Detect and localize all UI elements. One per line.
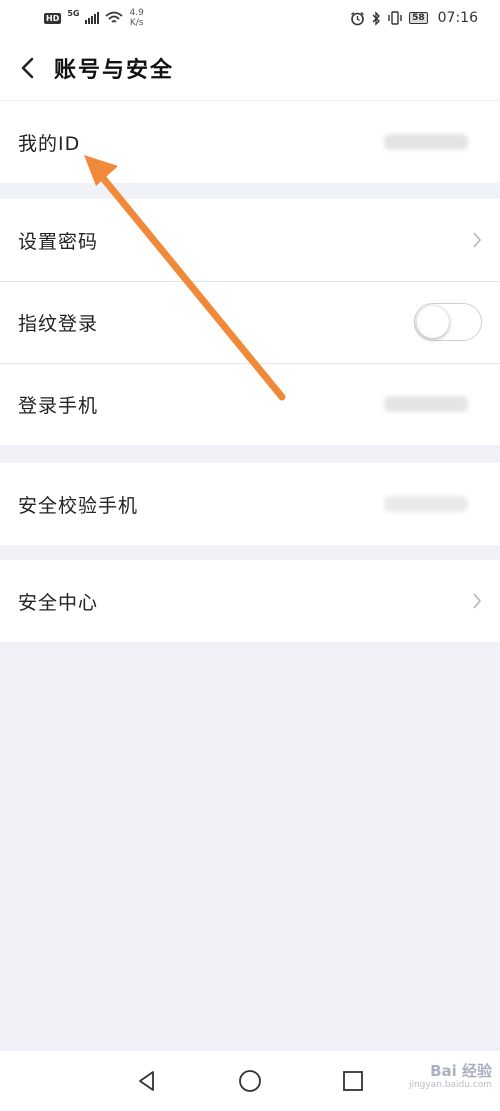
alarm-icon [351,11,365,25]
group-my-id: 我的ID [0,101,500,183]
speed-unit: K/s [129,18,144,28]
group-verify-phone: 安全校验手机 [0,463,500,545]
row-fingerprint-login: 指纹登录 [0,281,500,363]
row-label: 我的ID [18,132,81,155]
speed-value: 4.9 [129,8,144,18]
chevron-right-icon [472,231,482,249]
group-security-center: 安全中心 [0,560,500,642]
toggle-knob [417,306,449,338]
row-security-center[interactable]: 安全中心 [0,560,500,642]
login-phone-value-blurred [384,396,468,412]
row-label: 指纹登录 [18,312,99,335]
row-set-password[interactable]: 设置密码 [0,199,500,281]
battery-icon: 58 [409,12,428,24]
signal-icon [85,12,100,24]
nav-header: 账号与安全 [0,36,500,100]
bluetooth-icon [372,10,381,26]
vibrate-icon [388,11,402,25]
watermark-url: jingyan.baidu.com [408,1080,492,1090]
row-label: 登录手机 [18,394,99,417]
page-title: 账号与安全 [54,58,175,83]
row-label: 设置密码 [18,230,99,253]
watermark-brand: Bai 经验 [430,1062,492,1080]
nav-back-icon[interactable] [136,1070,158,1092]
status-bar-right: 58 07:16 [350,10,478,26]
fingerprint-toggle[interactable] [414,303,482,341]
row-label: 安全校验手机 [18,494,139,517]
row-my-id[interactable]: 我的ID [0,101,500,183]
status-bar-left: HD 5G 4.9 K/s [44,8,144,28]
chevron-right-icon [472,592,482,610]
nav-home-icon[interactable] [238,1069,262,1093]
watermark: Bai 经验 jingyan.baidu.com [409,1064,492,1092]
watermark-text: Bai 经验 jingyan.baidu.com [409,1064,492,1092]
nav-recents-icon[interactable] [342,1070,364,1092]
verify-phone-value-blurred [384,496,468,512]
wifi-icon [105,11,124,23]
back-arrow-icon [21,57,34,79]
row-label: 安全中心 [18,591,99,614]
network-type: 5G [67,8,80,18]
status-bar: HD 5G 4.9 K/s 58 07:16 [0,0,500,36]
status-time: 07:16 [437,10,478,26]
group-login-settings: 设置密码 指纹登录 登录手机 [0,199,500,445]
back-button[interactable] [0,36,54,100]
row-login-phone[interactable]: 登录手机 [0,363,500,445]
row-security-verify-phone[interactable]: 安全校验手机 [0,463,500,545]
hd-icon: HD [44,12,62,24]
my-id-value-blurred [384,134,468,150]
network-speed: 4.9 K/s [129,8,143,28]
